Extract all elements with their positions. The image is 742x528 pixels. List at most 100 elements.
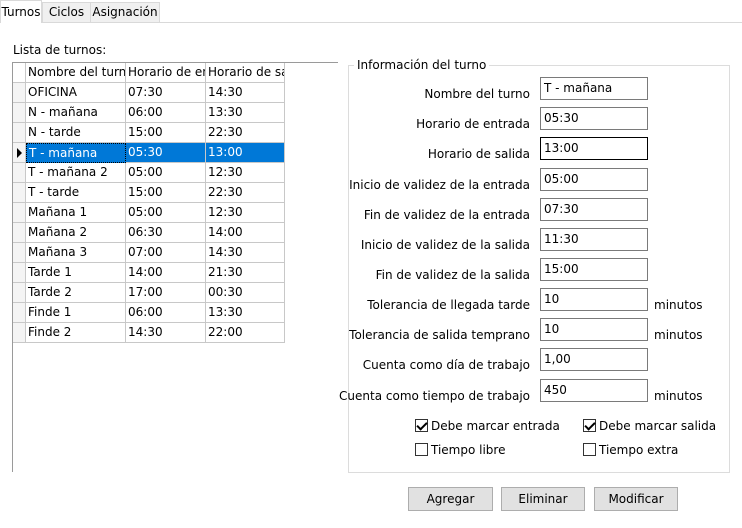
table-row[interactable]: T - mañana 05:30 13:00 [13,143,285,163]
table-row[interactable]: OFICINA 07:30 14:30 [13,83,285,103]
exit-validity-end-label: Fin de validez de la salida [375,268,530,282]
cell-exit-time[interactable]: 21:30 [206,263,285,283]
row-header[interactable] [13,203,26,223]
entry-validity-start-field[interactable]: 05:00 [540,168,648,191]
cell-entry-time[interactable]: 15:00 [126,123,206,143]
cell-exit-time[interactable]: 00:30 [206,283,285,303]
early-exit-tolerance-label: Tolerancia de salida temprano [349,328,530,342]
shift-name-label: Nombre del turno [424,87,530,101]
entry-validity-end-field[interactable]: 07:30 [540,198,648,221]
cell-entry-time[interactable]: 17:00 [126,283,206,303]
cell-exit-time[interactable]: 14:00 [206,223,285,243]
tab-asignacion[interactable]: Asignación [90,2,160,22]
cell-shift-name[interactable]: Mañana 3 [26,243,126,263]
row-header[interactable] [13,123,26,143]
cell-entry-time[interactable]: 06:30 [126,223,206,243]
cell-exit-time[interactable]: 13:00 [206,143,285,163]
table-row[interactable]: Tarde 2 17:00 00:30 [13,283,285,303]
shift-name-field[interactable]: T - mañana [540,77,648,100]
tab-turnos[interactable]: Turnos [0,0,42,23]
row-header[interactable] [13,323,26,343]
cell-entry-time[interactable]: 14:00 [126,263,206,283]
cell-exit-time[interactable]: 14:30 [206,83,285,103]
cell-shift-name[interactable]: Tarde 2 [26,283,126,303]
table-row[interactable]: Mañana 1 05:00 12:30 [13,203,285,223]
table-row[interactable]: T - mañana 2 05:00 12:30 [13,163,285,183]
modify-button[interactable]: Modificar [594,487,678,511]
table-row[interactable]: N - mañana 06:00 13:30 [13,103,285,123]
exit-validity-start-field[interactable]: 11:30 [540,228,648,251]
cell-exit-time[interactable]: 12:30 [206,203,285,223]
exit-time-field[interactable]: 13:00 [540,137,648,160]
cell-entry-time[interactable]: 07:30 [126,83,206,103]
cell-entry-time[interactable]: 14:30 [126,323,206,343]
table-row[interactable]: Mañana 2 06:30 14:00 [13,223,285,243]
overtime-label: Tiempo extra [599,443,679,457]
cell-exit-time[interactable]: 22:30 [206,123,285,143]
must-clock-out-checkbox[interactable] [583,419,596,432]
cell-exit-time[interactable]: 13:30 [206,103,285,123]
cell-shift-name[interactable]: Tarde 1 [26,263,126,283]
exit-validity-start-label: Inicio de validez de la salida [360,238,530,252]
table-row[interactable]: Tarde 1 14:00 21:30 [13,263,285,283]
cell-entry-time[interactable]: 06:00 [126,303,206,323]
row-header[interactable] [13,183,26,203]
row-header[interactable] [13,83,26,103]
work-time-count-field[interactable]: 450 [540,379,648,402]
row-header[interactable] [13,223,26,243]
cell-entry-time[interactable]: 07:00 [126,243,206,263]
cell-entry-time[interactable]: 06:00 [126,103,206,123]
entry-time-field[interactable]: 05:30 [540,107,648,130]
free-time-checkbox[interactable] [415,443,428,456]
cell-shift-name[interactable]: Finde 1 [26,303,126,323]
row-header[interactable] [13,263,26,283]
cell-shift-name[interactable]: T - mañana 2 [26,163,126,183]
cell-entry-time[interactable]: 15:00 [126,183,206,203]
add-button[interactable]: Agregar [408,487,493,511]
cell-shift-name[interactable]: N - tarde [26,123,126,143]
row-header[interactable] [13,243,26,263]
cell-shift-name[interactable]: T - tarde [26,183,126,203]
tab-bar-divider [0,22,742,23]
table-row[interactable]: Finde 1 06:00 13:30 [13,303,285,323]
table-row[interactable]: Finde 2 14:30 22:00 [13,323,285,343]
cell-exit-time[interactable]: 22:00 [206,323,285,343]
early-exit-tolerance-field[interactable]: 10 [540,318,648,341]
column-header-exit-time[interactable]: Horario de sal [206,63,285,83]
row-header[interactable] [13,143,26,163]
row-header[interactable] [13,103,26,123]
table-row[interactable]: T - tarde 15:00 22:30 [13,183,285,203]
must-clock-in-checkbox[interactable] [415,419,428,432]
tab-ciclos[interactable]: Ciclos [42,2,91,22]
row-header[interactable] [13,303,26,323]
cell-entry-time[interactable]: 05:30 [126,143,206,163]
overtime-checkbox[interactable] [583,443,596,456]
cell-exit-time[interactable]: 22:30 [206,183,285,203]
table-row[interactable]: N - tarde 15:00 22:30 [13,123,285,143]
early-exit-tolerance-unit: minutos [654,328,703,342]
cell-entry-time[interactable]: 05:00 [126,203,206,223]
cell-entry-time[interactable]: 05:00 [126,163,206,183]
delete-button[interactable]: Eliminar [501,487,585,511]
column-header-entry-time[interactable]: Horario de ent [126,63,206,83]
column-header-name[interactable]: Nombre del turno [26,63,126,83]
cell-exit-time[interactable]: 12:30 [206,163,285,183]
cell-shift-name[interactable]: OFICINA [26,83,126,103]
workday-count-field[interactable]: 1,00 [540,348,648,371]
row-header[interactable] [13,283,26,303]
cell-shift-name[interactable]: Finde 2 [26,323,126,343]
row-header[interactable] [13,163,26,183]
cell-shift-name[interactable]: Mañana 1 [26,203,126,223]
free-time-label: Tiempo libre [431,443,506,457]
cell-shift-name[interactable]: T - mañana [26,143,126,163]
cell-exit-time[interactable]: 14:30 [206,243,285,263]
cell-shift-name[interactable]: Mañana 2 [26,223,126,243]
must-clock-out-label: Debe marcar salida [599,419,717,433]
entry-validity-end-label: Fin de validez de la entrada [363,208,530,222]
late-arrival-tolerance-field[interactable]: 10 [540,288,648,311]
cell-shift-name[interactable]: N - mañana [26,103,126,123]
work-time-count-unit: minutos [654,389,703,403]
table-row[interactable]: Mañana 3 07:00 14:30 [13,243,285,263]
cell-exit-time[interactable]: 13:30 [206,303,285,323]
exit-validity-end-field[interactable]: 15:00 [540,258,648,281]
